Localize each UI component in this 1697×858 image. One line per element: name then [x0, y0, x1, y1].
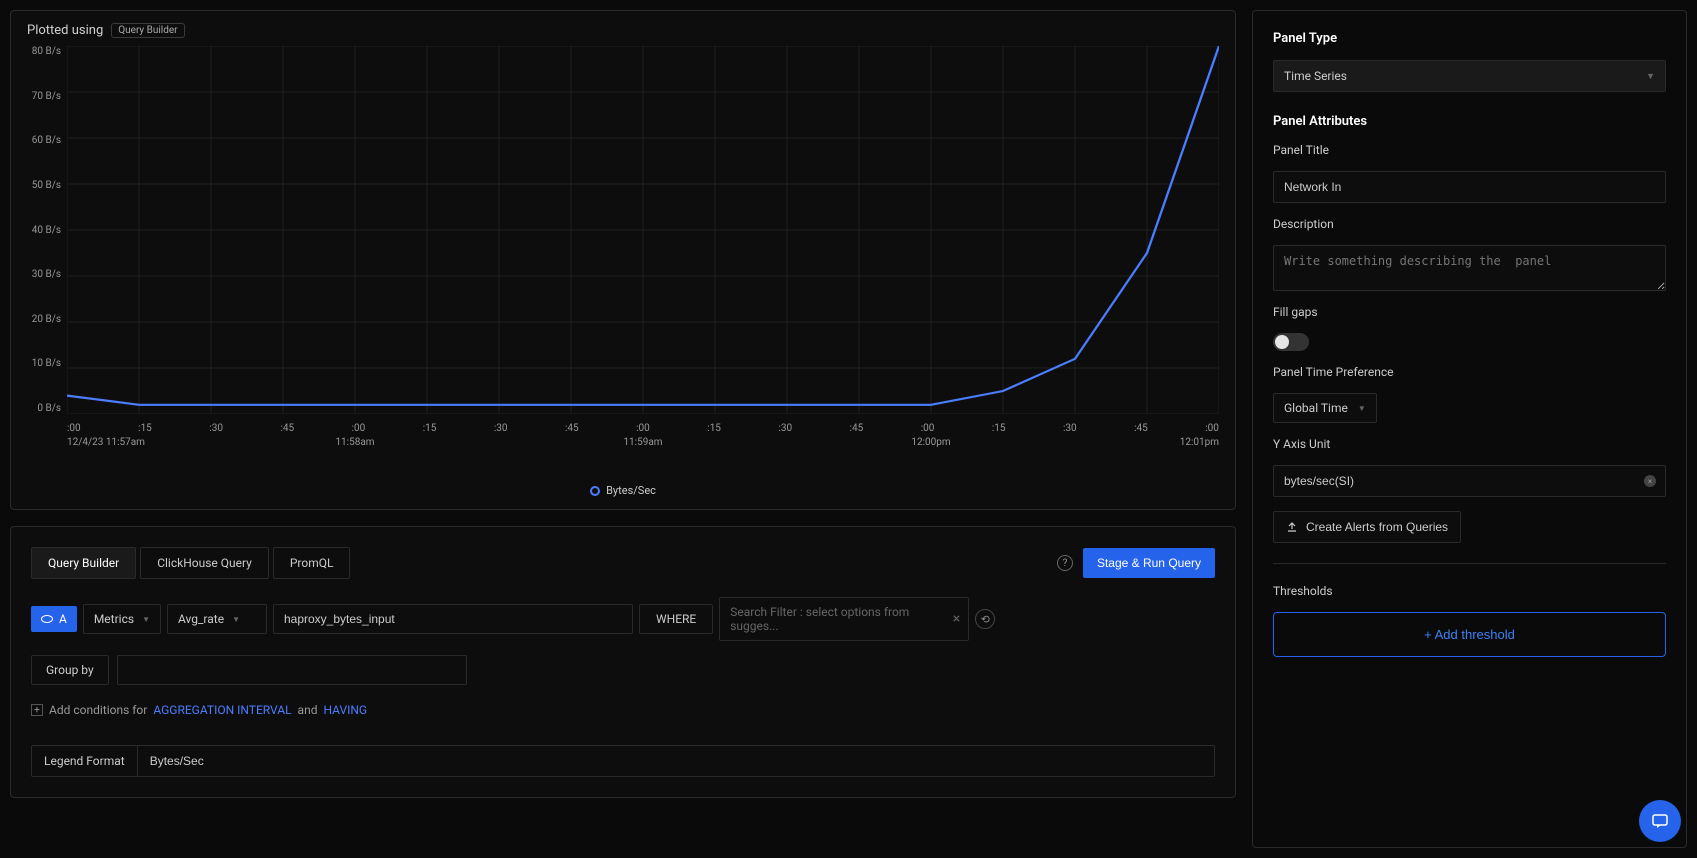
source-select[interactable]: Metrics ▼ [83, 604, 161, 634]
plus-icon: + [31, 704, 43, 716]
x-tick: :30 [494, 423, 508, 434]
having-link[interactable]: HAVING [323, 703, 367, 717]
x-tick: :30 [1063, 423, 1077, 434]
aggregation-select[interactable]: Avg_rate ▼ [167, 604, 267, 634]
y-tick: 80 B/s [23, 46, 67, 57]
x-major-tick: 11:58am [335, 437, 374, 448]
conditions-prefix: Add conditions for [49, 703, 147, 717]
y-axis: 80 B/s 70 B/s 60 B/s 50 B/s 40 B/s 30 B/… [23, 46, 67, 414]
help-icon[interactable]: ? [1057, 555, 1073, 571]
panel-title-label: Panel Title [1273, 143, 1666, 157]
plotted-using-label: Plotted using [27, 23, 103, 38]
x-tick: :45 [1134, 423, 1148, 434]
query-tabs: Query Builder ClickHouse Query PromQL [31, 547, 350, 579]
y-tick: 60 B/s [23, 135, 67, 146]
yaxis-unit-label: Y Axis Unit [1273, 437, 1666, 451]
eye-icon [41, 615, 53, 623]
chevron-down-icon: ▼ [232, 615, 240, 624]
fill-gaps-toggle[interactable] [1273, 333, 1309, 351]
panel-type-select[interactable]: Time Series ▼ [1273, 60, 1666, 92]
legend-format-row: Legend Format [31, 745, 1215, 777]
add-threshold-button[interactable]: + Add threshold [1273, 612, 1666, 657]
chevron-down-icon: ▼ [142, 615, 150, 624]
y-tick: 10 B/s [23, 358, 67, 369]
chart-header: Plotted using Query Builder [27, 23, 1219, 38]
chart-plot-area[interactable]: 80 B/s 70 B/s 60 B/s 50 B/s 40 B/s 30 B/… [67, 46, 1219, 414]
x-tick: :15 [138, 423, 152, 434]
x-major-tick: 12:00pm [911, 437, 950, 448]
x-major-tick: 12/4/23 11:57am [67, 437, 145, 448]
filter-placeholder: Search Filter : select options from sugg… [730, 605, 909, 633]
conditions-and: and [298, 703, 318, 717]
thresholds-label: Thresholds [1273, 584, 1666, 598]
chart-panel: Plotted using Query Builder 80 B/s 70 B/… [10, 10, 1236, 510]
y-tick: 40 B/s [23, 225, 67, 236]
chat-icon [1651, 812, 1669, 830]
chart-svg [67, 46, 1219, 414]
query-letter: A [59, 612, 67, 626]
x-tick: :15 [707, 423, 721, 434]
x-tick: :30 [778, 423, 792, 434]
x-tick: :15 [992, 423, 1006, 434]
query-source-badge: Query Builder [111, 23, 184, 38]
clear-icon[interactable]: × [1644, 475, 1656, 487]
toggle-knob [1275, 335, 1289, 349]
groupby-label: Group by [31, 655, 109, 685]
query-row-a: A Metrics ▼ Avg_rate ▼ WHERE Search Filt… [31, 597, 1215, 641]
tab-query-builder[interactable]: Query Builder [31, 547, 136, 579]
where-button[interactable]: WHERE [639, 604, 713, 634]
y-tick: 50 B/s [23, 180, 67, 191]
query-letter-badge[interactable]: A [31, 606, 77, 632]
fill-gaps-label: Fill gaps [1273, 305, 1666, 319]
panel-type-title: Panel Type [1273, 31, 1666, 46]
time-pref-label: Panel Time Preference [1273, 365, 1666, 379]
x-axis: :00 :15 :30 :45 :00 :15 :30 :45 :00 :15 … [67, 423, 1219, 434]
x-tick: :15 [423, 423, 437, 434]
tab-clickhouse[interactable]: ClickHouse Query [140, 547, 269, 579]
x-tick: :00 [921, 423, 935, 434]
legend-label: Bytes/Sec [606, 484, 656, 497]
query-panel: Query Builder ClickHouse Query PromQL ? … [10, 526, 1236, 798]
x-tick: :00 [67, 423, 81, 434]
x-major-tick: 12:01pm [1180, 437, 1219, 448]
x-major-tick: 11:59am [623, 437, 662, 448]
panel-attributes-title: Panel Attributes [1273, 114, 1666, 129]
filter-input[interactable]: Search Filter : select options from sugg… [719, 597, 969, 641]
settings-sidebar: Panel Type Time Series ▼ Panel Attribute… [1252, 10, 1687, 848]
x-tick: :00 [636, 423, 650, 434]
y-tick: 0 B/s [23, 403, 67, 414]
chevron-down-icon: ▼ [1358, 404, 1366, 413]
y-tick: 30 B/s [23, 269, 67, 280]
x-tick: :00 [352, 423, 366, 434]
chart-legend[interactable]: Bytes/Sec [27, 484, 1219, 497]
groupby-input[interactable] [117, 655, 467, 685]
clear-icon[interactable]: × [953, 611, 960, 627]
x-tick: :45 [280, 423, 294, 434]
refresh-icon[interactable]: ⟲ [975, 609, 995, 629]
y-tick: 20 B/s [23, 314, 67, 325]
chevron-down-icon: ▼ [1646, 71, 1655, 82]
description-label: Description [1273, 217, 1666, 231]
run-query-button[interactable]: Stage & Run Query [1083, 548, 1215, 578]
x-tick: :30 [209, 423, 223, 434]
upload-icon [1286, 521, 1298, 533]
chat-fab-button[interactable] [1639, 800, 1681, 842]
legend-marker-icon [590, 486, 600, 496]
description-textarea[interactable] [1273, 245, 1666, 291]
x-tick: :45 [565, 423, 579, 434]
create-alerts-button[interactable]: Create Alerts from Queries [1273, 511, 1461, 543]
metric-input[interactable] [273, 604, 633, 634]
legend-format-input[interactable] [138, 746, 1214, 776]
divider [1273, 563, 1666, 564]
time-pref-select[interactable]: Global Time ▼ [1273, 393, 1377, 423]
tab-promql[interactable]: PromQL [273, 547, 351, 579]
x-tick: :00 [1205, 423, 1219, 434]
aggregation-interval-link[interactable]: AGGREGATION INTERVAL [153, 703, 291, 717]
panel-title-input[interactable] [1273, 171, 1666, 203]
legend-format-label: Legend Format [32, 746, 138, 776]
add-conditions-row[interactable]: + Add conditions for AGGREGATION INTERVA… [31, 703, 1215, 717]
y-tick: 70 B/s [23, 91, 67, 102]
yaxis-unit-input[interactable] [1273, 465, 1666, 497]
x-tick: :45 [850, 423, 864, 434]
